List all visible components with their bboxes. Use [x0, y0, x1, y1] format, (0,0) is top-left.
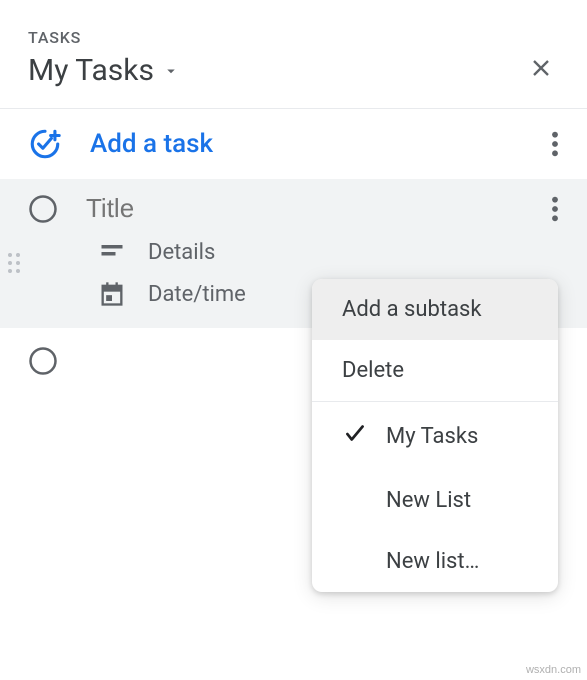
list-title: My Tasks	[28, 53, 154, 88]
menu-list-my-tasks[interactable]: My Tasks	[312, 402, 558, 470]
kebab-icon	[551, 130, 559, 158]
task-title-row	[28, 193, 559, 224]
list-options-button[interactable]	[551, 130, 559, 158]
add-task-row: Add a task	[0, 109, 587, 179]
menu-item-label: New list…	[386, 549, 479, 574]
datetime-label: Date/time	[148, 282, 246, 307]
add-task-icon	[28, 127, 62, 161]
close-button[interactable]	[527, 54, 555, 86]
drag-icon	[6, 251, 22, 275]
header-left: TASKS My Tasks	[28, 28, 180, 88]
chevron-down-icon	[162, 62, 180, 80]
close-icon	[527, 54, 555, 82]
menu-add-subtask[interactable]: Add a subtask	[312, 279, 558, 340]
task-title-input[interactable]	[86, 193, 523, 224]
tasks-label: TASKS	[28, 28, 180, 47]
check-icon	[342, 420, 368, 452]
watermark: wsxdn.com	[526, 664, 581, 676]
calendar-icon	[98, 280, 126, 308]
kebab-icon	[551, 195, 559, 223]
drag-handle[interactable]	[6, 251, 22, 279]
menu-list-new-list[interactable]: New List	[312, 470, 558, 531]
complete-toggle[interactable]	[28, 194, 58, 224]
task-options-button[interactable]	[551, 195, 559, 223]
details-label: Details	[148, 240, 215, 265]
menu-delete[interactable]: Delete	[312, 340, 558, 401]
details-icon	[98, 238, 126, 266]
complete-toggle[interactable]	[28, 346, 58, 376]
menu-item-label: Delete	[342, 358, 404, 383]
details-button[interactable]: Details	[28, 238, 559, 266]
menu-list-new-list-create[interactable]: New list…	[312, 531, 558, 592]
header: TASKS My Tasks	[0, 0, 587, 108]
list-selector[interactable]: My Tasks	[28, 53, 180, 88]
menu-item-label: Add a subtask	[342, 297, 482, 322]
add-task-button[interactable]: Add a task	[90, 129, 213, 159]
menu-item-label: New List	[386, 488, 471, 513]
menu-item-label: My Tasks	[386, 424, 478, 449]
task-context-menu: Add a subtask Delete My Tasks New List N…	[312, 279, 558, 592]
